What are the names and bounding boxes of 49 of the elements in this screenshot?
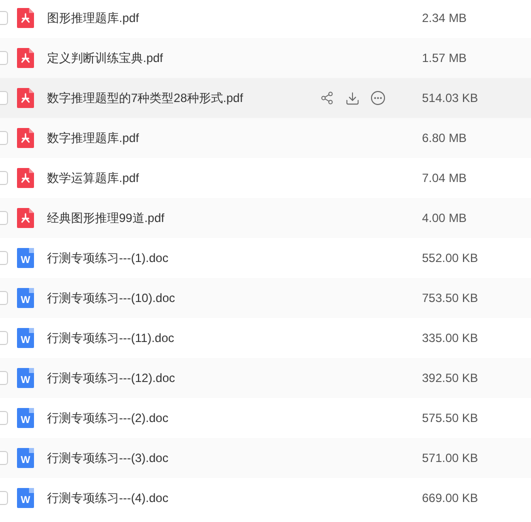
file-row[interactable]: 数字推理题型的7种类型28种形式.pdf 514.03 KB [0, 78, 531, 118]
word-file-icon: W [17, 288, 34, 308]
file-row[interactable]: 经典图形推理99道.pdf 4.00 MB [0, 198, 531, 238]
file-size: 753.50 KB [422, 290, 478, 307]
word-file-icon: W [17, 368, 34, 388]
pdf-file-icon [17, 168, 34, 188]
word-file-icon: W [17, 408, 34, 428]
file-name[interactable]: 数学运算题库.pdf [47, 169, 317, 187]
file-row[interactable]: W 行测专项练习---(12).doc 392.50 KB [0, 358, 531, 398]
file-name[interactable]: 行测专项练习---(11).doc [47, 329, 317, 347]
word-file-icon: W [17, 328, 34, 348]
file-size: 6.80 MB [422, 130, 467, 147]
file-row[interactable]: W 行测专项练习---(3).doc 571.00 KB [0, 438, 531, 478]
more-icon[interactable] [371, 91, 385, 105]
file-size: 571.00 KB [422, 450, 478, 467]
pdf-file-icon [17, 8, 34, 28]
pdf-file-icon [17, 48, 34, 68]
file-size: 552.00 KB [422, 250, 478, 267]
file-size: 4.00 MB [422, 210, 467, 227]
file-size: 7.04 MB [422, 170, 467, 187]
file-size: 669.00 KB [422, 490, 478, 507]
file-row[interactable]: 定义判断训练宝典.pdf 1.57 MB [0, 38, 531, 78]
pdf-file-icon [17, 208, 34, 228]
file-name[interactable]: 经典图形推理99道.pdf [47, 209, 317, 227]
file-size: 335.00 KB [422, 330, 478, 347]
file-name[interactable]: 图形推理题库.pdf [47, 9, 317, 27]
file-name[interactable]: 行测专项练习---(2).doc [47, 409, 317, 427]
file-row[interactable]: 数字推理题库.pdf 6.80 MB [0, 118, 531, 158]
file-name[interactable]: 行测专项练习---(3).doc [47, 449, 317, 467]
file-row[interactable]: W 行测专项练习---(10).doc 753.50 KB [0, 278, 531, 318]
pdf-file-icon [17, 88, 34, 108]
word-file-icon: W [17, 448, 34, 468]
file-name[interactable]: 数字推理题型的7种类型28种形式.pdf [47, 89, 317, 107]
file-size: 392.50 KB [422, 370, 478, 387]
word-file-icon: W [17, 248, 34, 268]
share-icon[interactable] [320, 91, 334, 105]
word-file-icon: W [17, 488, 34, 508]
file-name[interactable]: 行测专项练习---(12).doc [47, 369, 317, 387]
download-icon[interactable] [345, 90, 360, 106]
file-name[interactable]: 数字推理题库.pdf [47, 129, 317, 147]
file-size: 1.57 MB [422, 50, 467, 67]
file-name[interactable]: 定义判断训练宝典.pdf [47, 49, 317, 67]
file-name[interactable]: 行测专项练习---(4).doc [47, 489, 317, 507]
file-size: 514.03 KB [422, 90, 478, 107]
file-name[interactable]: 行测专项练习---(10).doc [47, 289, 317, 307]
file-name[interactable]: 行测专项练习---(1).doc [47, 249, 317, 267]
file-size: 2.34 MB [422, 10, 467, 27]
pdf-file-icon [17, 128, 34, 148]
file-size: 575.50 KB [422, 410, 478, 427]
